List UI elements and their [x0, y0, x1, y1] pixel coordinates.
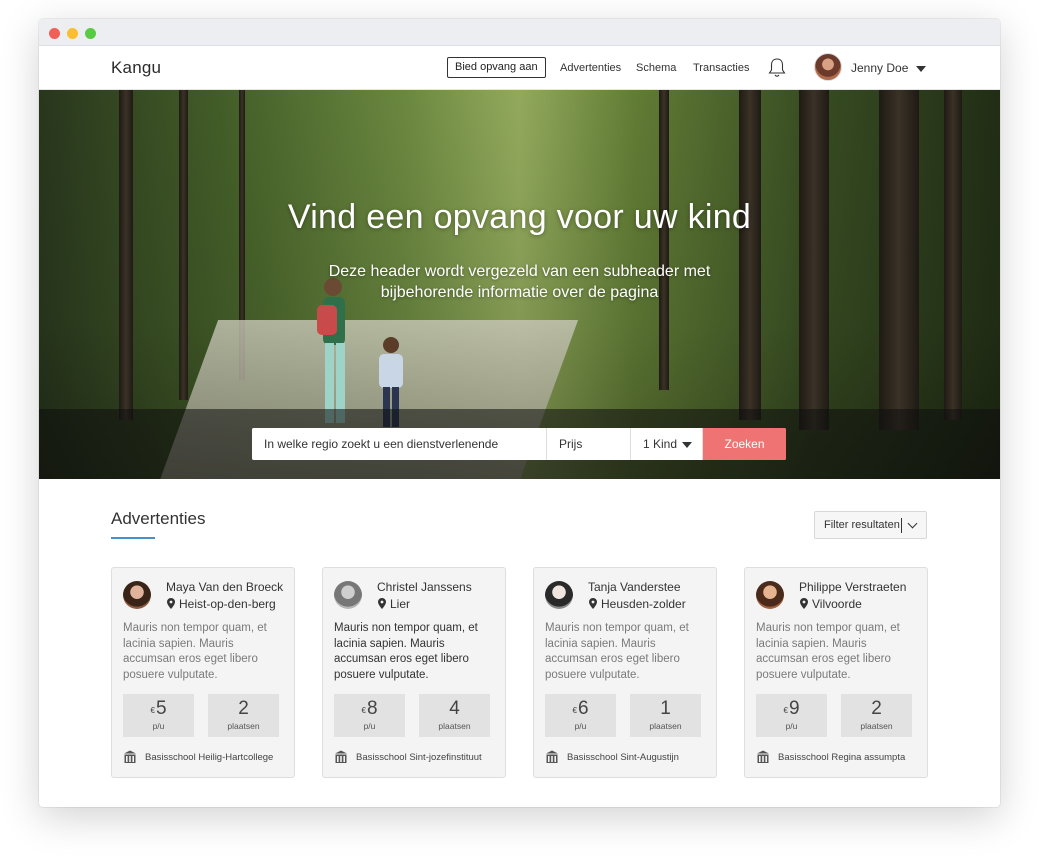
tree-trunk	[799, 90, 829, 430]
currency-symbol: €	[572, 706, 577, 715]
tree-trunk	[119, 90, 133, 420]
spots-value: 1	[660, 698, 671, 719]
listing-description: Mauris non tempor quam, et lacinia sapie…	[123, 622, 267, 681]
tree-trunk	[944, 90, 962, 420]
spots-stat: 1 plaatsen	[630, 694, 701, 737]
user-avatar[interactable]	[814, 53, 842, 81]
search-bar: In welke regio zoekt u een dienstverlene…	[252, 428, 786, 460]
search-button[interactable]: Zoeken	[703, 428, 786, 460]
provider-name[interactable]: Philippe Verstraeten	[799, 580, 906, 594]
filter-results-label: Filter resultaten	[824, 519, 900, 531]
bell-icon[interactable]	[767, 57, 787, 79]
school-building-icon	[546, 750, 558, 763]
window-titlebar	[39, 19, 1000, 46]
tree-trunk	[659, 90, 669, 390]
listing-card[interactable]: Philippe Verstraeten Vilvoorde Mauris no…	[744, 567, 928, 778]
hero-title: Vind een opvang voor uw kind	[287, 198, 752, 236]
currency-symbol: €	[361, 706, 366, 715]
provider-location: Heist-op-den-berg	[179, 597, 276, 611]
provider-avatar	[334, 581, 362, 609]
tree-trunk	[879, 90, 919, 430]
price-unit: p/u	[363, 721, 376, 731]
currency-symbol: €	[150, 706, 155, 715]
price-unit: p/u	[574, 721, 587, 731]
maximize-window-button[interactable]	[85, 28, 96, 39]
provider-avatar	[545, 581, 573, 609]
price-stat: €8 p/u	[334, 694, 405, 737]
price-unit: p/u	[152, 721, 165, 731]
children-count-select[interactable]: 1 Kind	[631, 428, 703, 460]
spots-stat: 2 plaatsen	[208, 694, 279, 737]
provider-location: Vilvoorde	[812, 597, 862, 611]
filter-divider	[901, 518, 902, 533]
price-value: 6	[577, 698, 589, 719]
price-unit: p/u	[785, 721, 798, 731]
provider-name[interactable]: Christel Janssens	[377, 580, 472, 594]
spots-stat: 4 plaatsen	[419, 694, 490, 737]
price-value: 5	[155, 698, 167, 719]
provider-avatar	[756, 581, 784, 609]
tree-trunk	[179, 90, 188, 400]
listing-description: Mauris non tempor quam, et lacinia sapie…	[545, 622, 689, 681]
school-name: Basisschool Regina assumpta	[778, 752, 906, 763]
provider-location: Lier	[390, 597, 411, 611]
location-pin-icon	[800, 598, 808, 609]
price-stat: €9 p/u	[756, 694, 827, 737]
max-price-input[interactable]: Prijs (max.)	[547, 428, 631, 460]
listing-card[interactable]: Maya Van den Broeck Heist-op-den-berg Ma…	[111, 567, 295, 778]
nav-link-transacties[interactable]: Transacties	[693, 62, 749, 74]
school-name: Basisschool Heilig-Hartcollege	[145, 752, 274, 763]
provider-location: Heusden-zolder	[601, 597, 686, 611]
user-name[interactable]: Jenny Doe	[851, 61, 908, 75]
school-building-icon	[124, 750, 136, 763]
spots-label: plaatsen	[438, 721, 471, 731]
minimize-window-button[interactable]	[67, 28, 78, 39]
offer-care-button[interactable]: Bied opvang aan	[447, 57, 546, 78]
nav-link-schema[interactable]: Schema	[636, 62, 676, 74]
spots-label: plaatsen	[227, 721, 260, 731]
provider-name[interactable]: Tanja Vanderstee	[588, 580, 681, 594]
location-pin-icon	[167, 598, 175, 609]
price-stat: €5 p/u	[123, 694, 194, 737]
section-title: Advertenties	[111, 509, 206, 528]
nav-link-advertenties[interactable]: Advertenties	[560, 62, 621, 74]
provider-name[interactable]: Maya Van den Broeck	[166, 580, 283, 594]
price-stat: €6 p/u	[545, 694, 616, 737]
user-menu-caret-icon[interactable]	[916, 66, 926, 72]
top-navigation: Kangu Bied opvang aan Advertenties Schem…	[39, 46, 1000, 90]
provider-avatar	[123, 581, 151, 609]
school-name: Basisschool Sint-Augustijn	[567, 752, 679, 763]
hero-subtitle: Deze header wordt vergezeld van een subh…	[328, 263, 711, 301]
spots-value: 4	[449, 698, 460, 719]
location-pin-icon	[378, 598, 386, 609]
brand-logo[interactable]: Kangu	[111, 58, 161, 78]
listing-description: Mauris non tempor quam, et lacinia sapie…	[334, 622, 478, 681]
tree-trunk	[739, 90, 761, 420]
spots-value: 2	[871, 698, 882, 719]
currency-symbol: €	[783, 706, 788, 715]
spots-label: plaatsen	[649, 721, 682, 731]
spots-label: plaatsen	[860, 721, 893, 731]
location-pin-icon	[589, 598, 597, 609]
listing-card[interactable]: Christel Janssens Lier Mauris non tempor…	[322, 567, 506, 778]
close-window-button[interactable]	[49, 28, 60, 39]
price-value: 9	[788, 698, 800, 719]
chevron-down-icon	[907, 518, 918, 529]
spots-value: 2	[238, 698, 249, 719]
spots-stat: 2 plaatsen	[841, 694, 912, 737]
listing-card[interactable]: Tanja Vanderstee Heusden-zolder Mauris n…	[533, 567, 717, 778]
hero-banner: Vind een opvang voor uw kind Deze header…	[39, 90, 1000, 479]
filter-results-button[interactable]: Filter resultaten	[814, 511, 927, 539]
school-building-icon	[757, 750, 769, 763]
listing-description: Mauris non tempor quam, et lacinia sapie…	[756, 622, 900, 681]
price-value: 8	[366, 698, 378, 719]
region-search-input[interactable]: In welke regio zoekt u een dienstverlene…	[252, 428, 547, 460]
school-building-icon	[335, 750, 347, 763]
school-name: Basisschool Sint-jozefinstituut	[356, 752, 482, 763]
